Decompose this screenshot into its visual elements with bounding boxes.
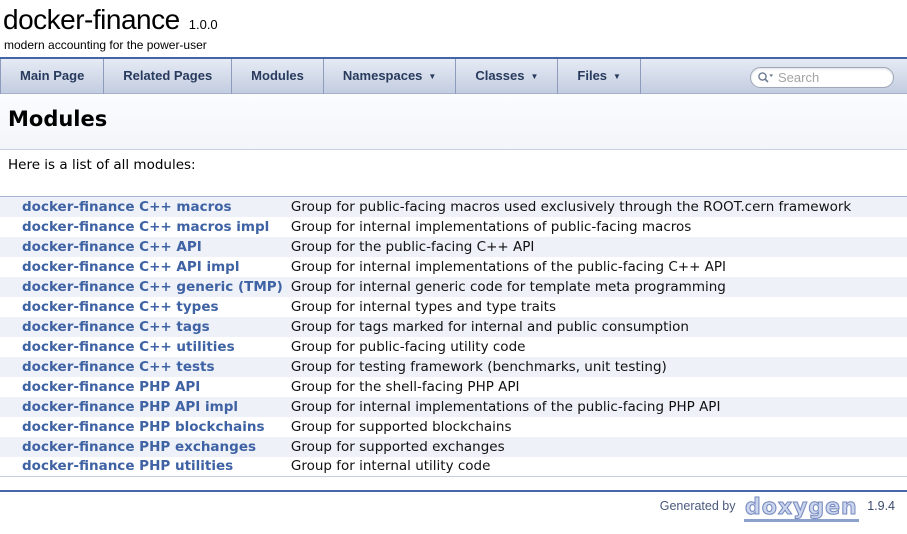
tab-modules[interactable]: Modules [232, 59, 324, 94]
tab-label: Main Page [20, 68, 84, 83]
search-box[interactable] [750, 67, 894, 88]
tab-related-pages[interactable]: Related Pages [104, 59, 232, 94]
module-link[interactable]: docker-finance PHP utilities [22, 458, 233, 474]
module-entry-cell: docker-finance C++ macros [0, 197, 283, 217]
table-row: docker-finance C++ tests Group for testin… [0, 357, 907, 377]
module-link[interactable]: docker-finance PHP API [22, 379, 200, 395]
tab-namespaces[interactable]: Namespaces ▼ [324, 59, 456, 94]
module-description: Group for the shell-facing PHP API [283, 377, 907, 397]
module-link[interactable]: docker-finance C++ API [22, 239, 202, 255]
module-link[interactable]: docker-finance PHP blockchains [22, 419, 265, 435]
nav-bar: Main Page Related Pages Modules Namespaces ▼… [0, 57, 907, 94]
tab-label: Modules [251, 68, 304, 83]
table-row: docker-finance C++ macros Group for publi… [0, 197, 907, 217]
module-description: Group for the public-facing C++ API [283, 237, 907, 257]
module-entry-cell: docker-finance PHP API [0, 377, 283, 397]
module-description: Group for internal implementations of th… [283, 257, 907, 277]
module-description: Group for tags marked for internal and p… [283, 317, 907, 337]
module-description: Group for internal implementations of th… [283, 397, 907, 417]
doxygen-logo[interactable]: doxygen [744, 497, 859, 522]
modules-table: docker-finance C++ macros Group for publi… [0, 196, 907, 477]
module-description: Group for internal types and type traits [283, 297, 907, 317]
module-entry-cell: docker-finance PHP blockchains [0, 417, 283, 437]
module-entry-cell: docker-finance C++ generic (TMP) [0, 277, 283, 297]
tab-label: Classes [475, 68, 524, 83]
tab-files[interactable]: Files ▼ [558, 59, 641, 94]
table-row: docker-finance PHP API Group for the shel… [0, 377, 907, 397]
footer: Generated by doxygen 1.9.4 [0, 492, 907, 522]
module-description: Group for testing framework (benchmarks,… [283, 357, 907, 377]
table-row: docker-finance C++ types Group for intern… [0, 297, 907, 317]
module-entry-cell: docker-finance C++ tags [0, 317, 283, 337]
module-link[interactable]: docker-finance PHP exchanges [22, 439, 256, 455]
tab-label: Namespaces [343, 68, 423, 83]
module-description: Group for public-facing utility code [283, 337, 907, 357]
project-version: 1.0.0 [189, 17, 218, 32]
page-header: Modules [0, 94, 907, 150]
table-row: docker-finance C++ API impl Group for int… [0, 257, 907, 277]
table-row: docker-finance C++ generic (TMP)Group fo… [0, 277, 907, 297]
project-brief: modern accounting for the power-user [3, 36, 907, 55]
module-link[interactable]: docker-finance C++ macros [22, 199, 232, 215]
module-entry-cell: docker-finance C++ utilities [0, 337, 283, 357]
table-row: docker-finance PHP exchanges Group for su… [0, 437, 907, 457]
module-entry-cell: docker-finance PHP API impl [0, 397, 283, 417]
module-description: Group for public-facing macros used excl… [283, 197, 907, 217]
module-description: Group for supported exchanges [283, 437, 907, 457]
module-link[interactable]: docker-finance C++ macros impl [22, 219, 269, 235]
project-name: docker-finance [3, 4, 180, 35]
module-description: Group for internal generic code for temp… [283, 277, 907, 297]
module-link[interactable]: docker-finance C++ tags [22, 319, 210, 335]
modules-table-body: docker-finance C++ macros Group for publi… [0, 197, 907, 477]
tab-label: Related Pages [123, 68, 212, 83]
table-row: docker-finance PHP blockchains Group for … [0, 417, 907, 437]
module-entry-cell: docker-finance C++ API [0, 237, 283, 257]
module-description: Group for internal utility code [283, 457, 907, 477]
tab-label: Files [577, 68, 607, 83]
module-link[interactable]: docker-finance C++ types [22, 299, 219, 315]
module-entry-cell: docker-finance PHP utilities [0, 457, 283, 477]
tab-main-page[interactable]: Main Page [0, 59, 104, 94]
table-row: docker-finance PHP utilities Group for in… [0, 457, 907, 477]
table-row: docker-finance PHP API impl Group for int… [0, 397, 907, 417]
table-row: docker-finance C++ macros impl Group for … [0, 217, 907, 237]
module-link[interactable]: docker-finance C++ utilities [22, 339, 235, 355]
module-entry-cell: docker-finance C++ tests [0, 357, 283, 377]
search-icon[interactable] [757, 71, 774, 84]
table-row: docker-finance C++ API Group for the publ… [0, 237, 907, 257]
doxygen-version: 1.9.4 [867, 499, 895, 513]
module-entry-cell: docker-finance C++ types [0, 297, 283, 317]
table-row: docker-finance C++ tags Group for tags ma… [0, 317, 907, 337]
chevron-down-icon: ▼ [613, 72, 621, 81]
page-title: Modules [8, 107, 899, 131]
generated-by-label: Generated by [660, 499, 736, 513]
module-link[interactable]: docker-finance C++ tests [22, 359, 215, 375]
module-description: Group for supported blockchains [283, 417, 907, 437]
intro-text: Here is a list of all modules: [0, 157, 907, 173]
title-area: docker-finance 1.0.0 modern accounting f… [0, 0, 907, 57]
tab-classes[interactable]: Classes ▼ [456, 59, 558, 94]
table-row: docker-finance C++ utilities Group for pu… [0, 337, 907, 357]
module-link[interactable]: docker-finance C++ generic (TMP) [22, 279, 283, 295]
contents: Here is a list of all modules: docker-fi… [0, 150, 907, 477]
module-link[interactable]: docker-finance PHP API impl [22, 399, 238, 415]
search-input[interactable] [778, 70, 885, 85]
module-entry-cell: docker-finance C++ macros impl [0, 217, 283, 237]
module-link[interactable]: docker-finance C++ API impl [22, 259, 239, 275]
module-description: Group for internal implementations of pu… [283, 217, 907, 237]
chevron-down-icon: ▼ [428, 72, 436, 81]
chevron-down-icon: ▼ [530, 72, 538, 81]
module-entry-cell: docker-finance PHP exchanges [0, 437, 283, 457]
module-entry-cell: docker-finance C++ API impl [0, 257, 283, 277]
